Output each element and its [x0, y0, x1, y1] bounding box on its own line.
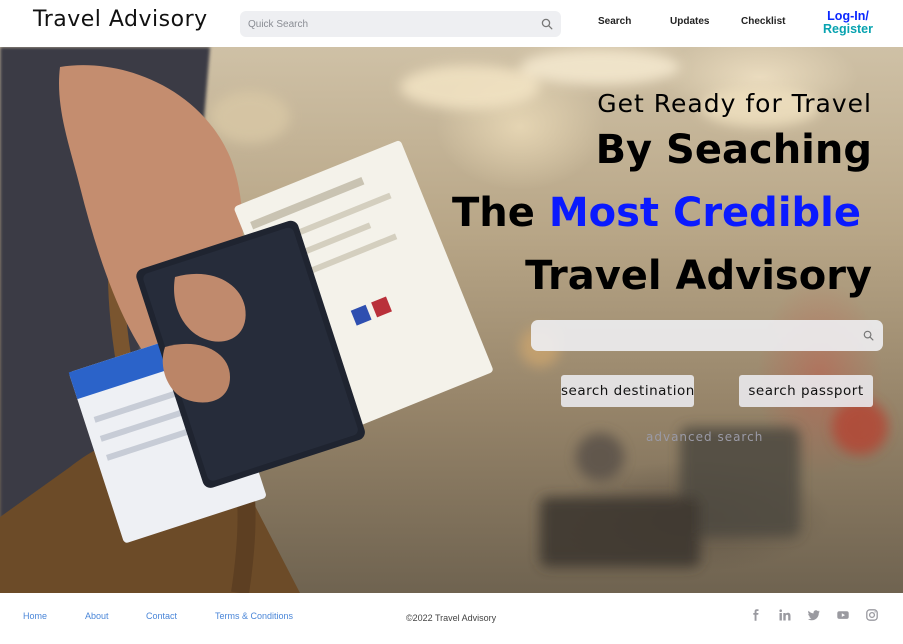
nav-checklist[interactable]: Checklist	[741, 16, 785, 27]
search-passport-button[interactable]: search passport	[739, 375, 873, 407]
footer-link-home[interactable]: Home	[23, 611, 47, 621]
quick-search-box[interactable]	[240, 11, 561, 37]
quick-search-input[interactable]	[240, 11, 530, 37]
login-register-link[interactable]: Log-In/ Register	[820, 10, 876, 36]
search-icon[interactable]	[863, 330, 874, 341]
hero-heading-prefix: The	[452, 190, 549, 236]
hero-heading-line-2: The Most Credible	[452, 190, 861, 236]
copyright-text: ©2022 Travel Advisory	[406, 613, 497, 623]
register-label[interactable]: Register	[820, 23, 876, 36]
footer-link-contact[interactable]: Contact	[146, 611, 177, 621]
footer-link-terms[interactable]: Terms & Conditions	[215, 611, 293, 621]
twitter-icon[interactable]	[808, 609, 820, 621]
hero-heading-line-3: Travel Advisory	[525, 253, 872, 299]
hero-subheading: Get Ready for Travel	[597, 89, 872, 118]
advanced-search-link[interactable]: advanced search	[646, 430, 763, 444]
linkedin-icon[interactable]	[779, 609, 791, 621]
search-destination-button[interactable]: search destination	[561, 375, 694, 407]
nav-search[interactable]: Search	[598, 16, 631, 27]
footer: Home About Contact Terms & Conditions ©2…	[0, 593, 903, 644]
search-icon[interactable]	[541, 18, 553, 30]
nav-updates[interactable]: Updates	[670, 16, 709, 27]
top-navbar: Travel Advisory Search Updates Checklist…	[0, 0, 903, 47]
hero-section: Get Ready for Travel By Seaching The Mos…	[0, 47, 903, 593]
hero-search-input[interactable]	[531, 320, 851, 351]
brand-logo[interactable]: Travel Advisory	[33, 7, 208, 32]
instagram-icon[interactable]	[866, 609, 878, 621]
facebook-icon[interactable]	[750, 609, 762, 621]
youtube-icon[interactable]	[837, 609, 849, 621]
hero-search-box[interactable]	[531, 320, 883, 351]
footer-link-about[interactable]: About	[85, 611, 109, 621]
hero-heading-line-1: By Seaching	[595, 127, 872, 173]
hero-heading-accent: Most Credible	[548, 190, 861, 236]
